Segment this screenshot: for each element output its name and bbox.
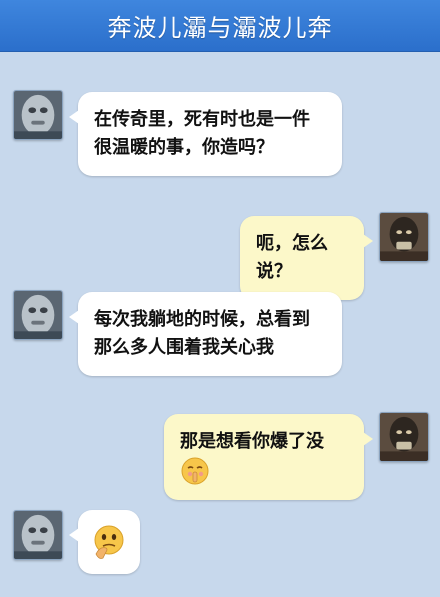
message-line: 那是想看你爆了没 [180, 431, 324, 452]
message-line: 每次我躺地的时候，总看到 [94, 309, 310, 330]
chat-title-bar: 奔波儿灞与灞波儿奔 [0, 0, 440, 52]
shush-face-icon [180, 456, 210, 486]
message-line: 那么多人围着我关心我 [94, 337, 274, 358]
message-bubble-1[interactable]: 在传奇里，死有时也是一件 很温暖的事，你造吗？ [69, 92, 342, 176]
avatar-right[interactable] [379, 212, 429, 262]
stone-mask-avatar-icon [14, 291, 62, 339]
stone-mask-avatar-icon [14, 91, 62, 139]
chat-title: 奔波儿灞与灞波儿奔 [107, 14, 333, 42]
dark-figure-avatar-icon [380, 213, 428, 261]
stone-mask-avatar-icon [14, 511, 62, 559]
dark-figure-avatar-icon [380, 413, 428, 461]
message-bubble-4[interactable]: 那是想看你爆了没 [164, 414, 373, 500]
message-line: 呃，怎么说？ [256, 233, 328, 282]
avatar-left[interactable] [13, 290, 63, 340]
message-bubble-5[interactable] [69, 510, 140, 574]
avatar-left[interactable] [13, 90, 63, 140]
avatar-right[interactable] [379, 412, 429, 462]
message-line: 很温暖的事，你造吗？ [94, 137, 274, 158]
message-bubble-3[interactable]: 每次我躺地的时候，总看到 那么多人围着我关心我 [69, 292, 342, 376]
thinking-face-icon [92, 524, 126, 560]
message-bubble-2[interactable]: 呃，怎么说？ [240, 216, 373, 300]
chat-message-list[interactable]: 在传奇里，死有时也是一件 很温暖的事，你造吗？ 呃，怎么说？ 每次我躺地的时候，… [0, 52, 440, 597]
avatar-left[interactable] [13, 510, 63, 560]
message-line: 在传奇里，死有时也是一件 [94, 109, 310, 130]
